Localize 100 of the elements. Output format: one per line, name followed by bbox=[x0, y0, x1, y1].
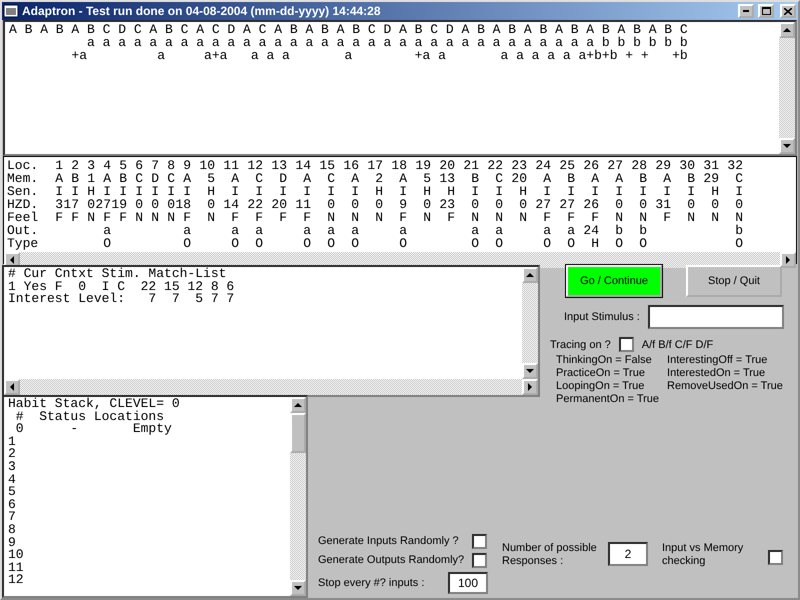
table-cell-text: N bbox=[710, 211, 719, 224]
table-cell-text: 13 bbox=[270, 159, 287, 172]
status-text: PermanentOn = True bbox=[556, 393, 660, 406]
push-button[interactable]: Stop / Quit bbox=[686, 265, 782, 297]
input-field[interactable]: 2 bbox=[608, 542, 648, 566]
table-cell-text: F bbox=[118, 211, 127, 224]
down-arrow-icon bbox=[526, 369, 534, 373]
scroll-up-button[interactable] bbox=[779, 22, 795, 38]
vertical-scrollbar[interactable] bbox=[779, 22, 795, 154]
table-cell-text: b bbox=[734, 224, 743, 237]
option-label: Input vs Memory checking bbox=[662, 542, 744, 568]
table-cell-text: O bbox=[230, 237, 239, 250]
table-cell-text: N bbox=[518, 211, 527, 224]
table-cell-text: O bbox=[182, 237, 191, 250]
table-cell-text: H bbox=[446, 185, 455, 198]
table-cell-text: 0 bbox=[206, 198, 215, 211]
vertical-scrollbar[interactable] bbox=[290, 397, 306, 596]
table-cell-text: N bbox=[206, 211, 215, 224]
table-cell-text: O bbox=[302, 237, 311, 250]
up-arrow-icon bbox=[783, 28, 791, 32]
table-cell-text: F bbox=[278, 211, 287, 224]
sequence-line: A B A B A B C D C A B C A C D A C A B A B A B C D A B C D A B A B A B A B A B A B A B C bbox=[9, 23, 689, 36]
table-cell-text: 26 bbox=[582, 198, 599, 211]
table-cell-text: B bbox=[118, 172, 127, 185]
table-cell-text: 27 bbox=[534, 198, 551, 211]
table-cell-text: F bbox=[398, 211, 407, 224]
minimize-icon bbox=[743, 10, 749, 12]
table-cell-text: 5 bbox=[118, 159, 127, 172]
scroll-down-button[interactable] bbox=[522, 363, 538, 379]
scroll-right-button[interactable] bbox=[780, 252, 796, 268]
table-cell-text: A bbox=[542, 172, 551, 185]
sequence-line: a a a a a a a a a a a a a a a a a a a a a a a a a a a a a a a a a b b b b b b bbox=[86, 36, 689, 49]
input-field[interactable]: 100 bbox=[448, 572, 488, 594]
scroll-left-button[interactable] bbox=[4, 379, 20, 395]
input-field[interactable] bbox=[648, 305, 784, 329]
text-line: 9 bbox=[8, 536, 16, 550]
minimize-button[interactable] bbox=[738, 4, 754, 18]
table-cell-text: 23 bbox=[510, 159, 527, 172]
row-label: Out. bbox=[7, 224, 40, 237]
table-cell-text: C bbox=[254, 172, 263, 185]
table-cell-text: O bbox=[254, 237, 263, 250]
table-cell-text: F bbox=[54, 211, 63, 224]
table-cell-text: 0 bbox=[86, 198, 95, 211]
table-cell-text: 27 bbox=[606, 159, 623, 172]
table-cell-text: 9 bbox=[182, 159, 191, 172]
text-line: Habit Stack, CLEVEL= 0 bbox=[8, 398, 181, 411]
text-line: 10 bbox=[8, 549, 25, 562]
checkbox[interactable] bbox=[768, 550, 783, 565]
scroll-up-button[interactable] bbox=[522, 267, 538, 283]
text-line: 8 bbox=[8, 524, 17, 537]
checkbox[interactable] bbox=[472, 534, 487, 549]
up-arrow-icon bbox=[526, 273, 534, 277]
table-cell-text: F bbox=[302, 211, 311, 224]
table-cell-text: I bbox=[166, 185, 175, 198]
table-cell-text: A bbox=[614, 172, 623, 185]
table-cell-text: F bbox=[254, 211, 263, 224]
table-cell-text: C bbox=[134, 172, 143, 185]
field-label: Input Stimulus : bbox=[564, 311, 640, 323]
maximize-button[interactable] bbox=[758, 4, 774, 18]
table-cell-text: 12 bbox=[246, 159, 263, 172]
table-cell-text: 7 bbox=[150, 159, 159, 172]
table-cell-text: H bbox=[590, 237, 599, 250]
table-cell-text: a bbox=[350, 224, 359, 237]
table-cell-text: H bbox=[206, 185, 215, 198]
text-line: # Cur Cntxt Stim. Match-List bbox=[8, 268, 228, 281]
table-cell-text: I bbox=[134, 185, 143, 198]
scroll-down-button[interactable] bbox=[290, 580, 306, 596]
table-cell-text: B bbox=[566, 172, 575, 185]
close-button[interactable] bbox=[780, 4, 796, 18]
text-line: 1 bbox=[8, 436, 17, 448]
scroll-right-button[interactable] bbox=[522, 379, 538, 395]
table-cell-text: 11 bbox=[222, 159, 239, 172]
row-label: Sen. bbox=[7, 185, 40, 198]
scroll-up-button[interactable] bbox=[290, 397, 306, 413]
table-cell-text: N bbox=[134, 211, 143, 224]
table-cell-text: N bbox=[614, 211, 623, 224]
text-line: 0 - Empty bbox=[16, 423, 173, 436]
scroll-thumb[interactable] bbox=[290, 413, 306, 453]
checkbox[interactable] bbox=[472, 553, 487, 568]
table-cell-text: N bbox=[494, 211, 503, 224]
table-cell-text: I bbox=[470, 185, 479, 198]
table-cell-text: O bbox=[326, 237, 335, 250]
table-cell-text: A bbox=[302, 172, 311, 185]
scroll-down-button[interactable] bbox=[779, 138, 795, 154]
table-cell-text: I bbox=[70, 185, 79, 198]
table-cell-text: I bbox=[542, 185, 551, 198]
text-line: Interest Level: 7 7 5 7 7 bbox=[8, 293, 236, 306]
table-cell-text: 20 bbox=[438, 159, 455, 172]
trace-options-text: A/f B/f C/F D/F bbox=[642, 338, 714, 350]
checkbox[interactable] bbox=[618, 337, 634, 352]
table-cell-text: 14 bbox=[222, 198, 239, 211]
vertical-scrollbar[interactable] bbox=[522, 267, 538, 379]
table-cell-text: 17 bbox=[366, 159, 383, 172]
table-cell-text: H bbox=[422, 185, 431, 198]
table-cell-text: 0 bbox=[494, 198, 503, 211]
table-cell-text: a bbox=[230, 224, 239, 237]
push-button[interactable]: Go / Continue bbox=[566, 265, 662, 297]
table-cell-text: I bbox=[686, 185, 695, 198]
horizontal-scrollbar[interactable] bbox=[4, 379, 538, 395]
table-cell-text: N bbox=[734, 211, 743, 224]
